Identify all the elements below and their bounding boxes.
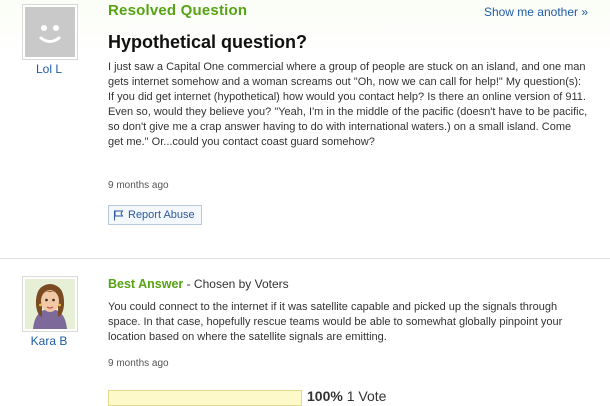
report-abuse-button[interactable]: Report Abuse (108, 205, 202, 225)
vote-result: 100% 1 Vote (307, 388, 386, 404)
best-answer-label: Best Answer (108, 277, 184, 291)
vote-count: 1 Vote (346, 388, 387, 404)
vote-bar (108, 390, 302, 406)
answer-timestamp: 9 months ago (108, 358, 169, 369)
show-me-another-link[interactable]: Show me another » (484, 5, 588, 19)
answerer-avatar[interactable] (22, 276, 78, 332)
best-answer-header: Best Answer - Chosen by Voters (108, 277, 289, 291)
vote-percent: 100% (307, 388, 343, 404)
chosen-by-label: - Chosen by Voters (183, 277, 289, 291)
answer-body: You could connect to the internet if it … (108, 301, 563, 343)
report-abuse-label: Report Abuse (128, 209, 195, 221)
resolved-question-label: Resolved Question (108, 2, 248, 19)
girl-avatar-icon (25, 279, 75, 329)
question-timestamp: 9 months ago (108, 180, 169, 191)
question-panel: Lol L Resolved Question Show me another … (0, 0, 610, 259)
question-title: Hypothetical question? (108, 32, 308, 52)
flag-icon (114, 210, 124, 220)
asker-name[interactable]: Lol L (9, 62, 89, 76)
answerer-name[interactable]: Kara B (9, 334, 89, 348)
question-body: I just saw a Capital One commercial wher… (108, 61, 588, 148)
asker-avatar[interactable] (22, 4, 78, 60)
default-smiley-avatar-icon (25, 7, 75, 57)
